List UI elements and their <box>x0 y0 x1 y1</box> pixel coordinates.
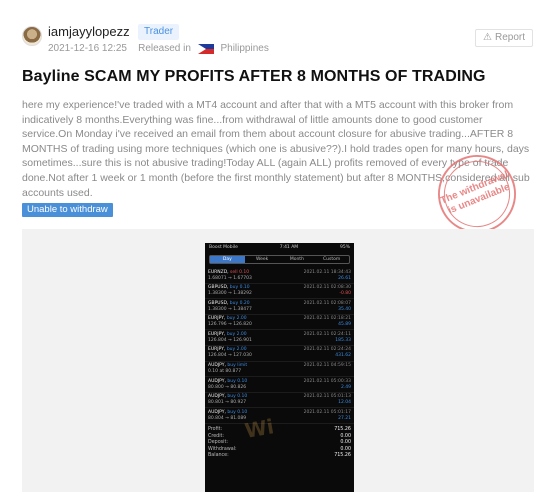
trade-profit: 12.04 <box>338 400 351 406</box>
trade-profit: 2.49 <box>340 384 351 390</box>
tab-month: Month <box>289 257 304 262</box>
trade-row: EURJPY, buy 2.00 2021.02.11 02:24:11 126.8… <box>205 330 354 346</box>
image-gallery: Boost Mobile 7:41 AM 95% Day Week Month … <box>22 229 534 492</box>
trade-row: AUDJPY, buy 0.10 2021.02.11 05:01:13 80.80… <box>205 393 354 409</box>
post-date: 2021-12-16 12:25 <box>48 43 127 54</box>
trade-row: EURJPY, buy 2.00 2021.02.11 02:24:24 126.8… <box>205 346 354 362</box>
report-button[interactable]: ⚠ Report <box>475 29 533 47</box>
summary-label: Deposit: <box>208 440 228 446</box>
trade-profit: 431.62 <box>335 353 351 359</box>
trade-history-screenshot[interactable]: Boost Mobile 7:41 AM 95% Day Week Month … <box>205 243 354 492</box>
tab-week: Week <box>255 257 269 262</box>
trade-prices: 80.804 → 81.089 <box>208 415 247 421</box>
summary-value: 715.26 <box>334 426 351 432</box>
summary-row: Withdrawal: 0.00 <box>208 447 351 454</box>
warning-icon: ⚠ <box>483 32 492 43</box>
trade-prices: 1.38300 → 1.38477 <box>208 306 252 312</box>
role-badge: Trader <box>138 24 180 40</box>
author-name[interactable]: iamjayylopezz <box>48 24 130 39</box>
trade-row: EURNZD, sell 0.10 2021.02.11 18:34:43 1.68… <box>205 268 354 284</box>
trade-profit: 27.21 <box>338 415 351 421</box>
stamp-line-2: is unavailable <box>446 181 512 217</box>
trade-row: GBPUSD, buy 0.20 2021.02.11 02:08:07 1.383… <box>205 299 354 315</box>
trade-row: AUDJPY, buy limit 2021.02.11 04:59:15 0.10… <box>205 362 354 378</box>
trade-prices: 1.38300 → 1.38292 <box>208 291 252 297</box>
trade-profit: -0.80 <box>339 291 351 297</box>
issue-tag[interactable]: Unable to withdraw <box>22 203 113 217</box>
summary-label: Balance: <box>208 453 229 459</box>
phone-status-bar: Boost Mobile 7:41 AM 95% <box>205 243 354 252</box>
trade-profit: 35.40 <box>338 306 351 312</box>
battery: 95% <box>339 245 350 250</box>
carrier: Boost Mobile <box>209 245 238 250</box>
tab-custom: Custom <box>323 257 341 262</box>
trade-prices: 1.68071 → 1.67703 <box>208 275 252 281</box>
trade-row: EURJPY, buy 2.00 2021.02.11 02:18:21 126.7… <box>205 315 354 331</box>
post-meta: 2021-12-16 12:25 Released in Philippines <box>48 43 269 54</box>
trade-row: AUDJPY, buy 0.10 2021.02.11 05:00:33 80.80… <box>205 377 354 393</box>
avatar[interactable] <box>22 26 42 46</box>
tab-day: Day <box>210 256 245 263</box>
trade-profit: 45.89 <box>338 322 351 328</box>
report-label: Report <box>494 32 525 43</box>
phone-time: 7:41 AM <box>279 245 299 250</box>
trade-time: 2021.02.11 04:59:15 <box>303 363 351 369</box>
summary-row: Balance: 715.26 <box>208 453 351 460</box>
philippines-flag-icon <box>197 43 214 54</box>
trade-list: EURNZD, sell 0.10 2021.02.11 18:34:43 1.68… <box>205 268 354 424</box>
trade-prices: 126.804 → 126.901 <box>208 337 252 343</box>
released-in-label: Released in <box>138 43 191 54</box>
trade-prices: 80.801 → 80.927 <box>208 400 247 406</box>
trade-profit: 26.61 <box>338 275 351 281</box>
trade-profit: 185.33 <box>335 337 351 343</box>
trade-prices: 80.800 → 80.826 <box>208 384 247 390</box>
summary-value: 0.00 <box>340 440 351 446</box>
summary-label: Profit: <box>208 426 223 432</box>
trade-prices: 0.10 at 80.877 <box>208 369 242 375</box>
trade-prices: 126.796 → 126.820 <box>208 322 252 328</box>
summary-value: 715.26 <box>334 453 351 459</box>
country-name: Philippines <box>220 43 269 54</box>
post-header: iamjayylopezz Trader 2021-12-16 12:25 Re… <box>22 22 537 58</box>
post-title: Bayline SCAM MY PROFITS AFTER 8 MONTHS O… <box>22 68 486 85</box>
period-tabs: Day Week Month Custom <box>209 255 350 264</box>
trade-prices: 126.804 → 127.030 <box>208 353 252 359</box>
trade-row: GBPUSD, buy 0.10 2021.02.11 02:08:30 1.383… <box>205 284 354 300</box>
stamp-line-1: The withdrawal <box>439 169 511 207</box>
